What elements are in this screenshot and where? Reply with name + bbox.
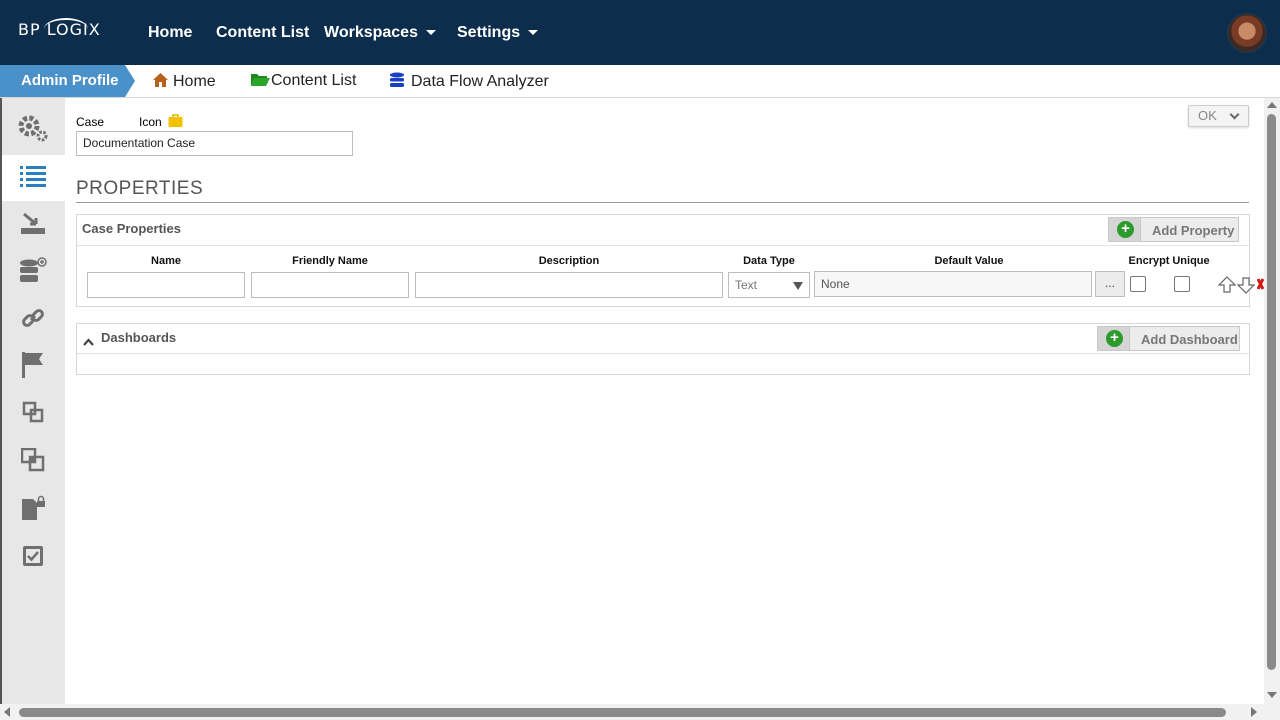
default-value-browse-button[interactable]: ... — [1095, 271, 1125, 297]
logo-arc — [44, 18, 88, 40]
add-property-label: Add Property — [1152, 223, 1235, 238]
dashboards-panel — [76, 323, 1250, 375]
case-name-input[interactable]: Documentation Case — [76, 131, 353, 156]
scroll-left-icon[interactable] — [4, 707, 10, 717]
nav-settings[interactable]: Settings — [457, 24, 539, 42]
database-icon — [389, 72, 405, 93]
sidebar-item-properties[interactable] — [0, 155, 65, 201]
sidebar-item-data-sources[interactable] — [0, 250, 65, 296]
horizontal-scroll-thumb[interactable] — [19, 708, 1226, 717]
column-header-name: Name — [151, 255, 181, 267]
column-header-default-value: Default Value — [934, 255, 1004, 267]
breadcrumb: Admin Profile Home Content List Data Flo… — [0, 65, 1280, 98]
add-dashboard-button[interactable]: + Add Dashboard — [1097, 326, 1240, 351]
nav-workspaces[interactable]: Workspaces — [324, 24, 436, 42]
title-divider — [76, 202, 1249, 203]
add-property-button[interactable]: + Add Property — [1108, 217, 1239, 242]
scroll-up-icon[interactable] — [1267, 102, 1277, 108]
nav-home[interactable]: Home — [148, 24, 192, 42]
add-dashboard-label: Add Dashboard — [1141, 332, 1238, 347]
gears-icon — [16, 114, 50, 149]
add-icon-box: + — [1098, 327, 1130, 350]
dashboards-title: Dashboards — [101, 330, 177, 345]
breadcrumb-admin-profile[interactable]: Admin Profile — [0, 65, 125, 97]
link-icon — [21, 306, 45, 335]
ok-button[interactable]: OK — [1188, 105, 1249, 127]
breadcrumb-arrow — [125, 65, 135, 97]
data-type-value: Text — [735, 278, 758, 292]
breadcrumb-home-label: Home — [173, 73, 216, 90]
breadcrumb-data-flow-analyzer-label: Data Flow Analyzer — [411, 73, 549, 90]
sidebar-item-import[interactable] — [0, 203, 65, 249]
plus-circle-icon: + — [1106, 330, 1123, 347]
sidebar-item-copy[interactable] — [0, 439, 65, 485]
case-properties-title: Case Properties — [82, 221, 181, 236]
nav-workspaces-label: Workspaces — [324, 24, 418, 41]
encrypt-checkbox[interactable] — [1130, 276, 1146, 292]
column-header-friendly-name: Friendly Name — [292, 255, 368, 267]
horizontal-scrollbar[interactable] — [0, 704, 1280, 720]
collapse-dashboards-toggle[interactable] — [83, 333, 94, 351]
user-avatar[interactable] — [1227, 13, 1267, 53]
breadcrumb-home[interactable]: Home — [152, 72, 216, 93]
chevron-down-icon — [1229, 109, 1240, 120]
breadcrumb-content-list[interactable]: Content List — [250, 72, 356, 92]
default-value-field[interactable]: None — [814, 271, 1092, 297]
sidebar-item-related[interactable] — [0, 391, 65, 437]
document-lock-icon — [20, 495, 46, 526]
vertical-scrollbar[interactable] — [1264, 98, 1280, 704]
case-label: Case — [76, 115, 105, 129]
arrow-down-icon — [1236, 277, 1256, 298]
dashboards-header — [77, 324, 1249, 354]
property-friendly-name-input[interactable] — [251, 272, 409, 298]
sidebar-item-settings[interactable] — [0, 108, 65, 154]
breadcrumb-content-list-label: Content List — [271, 72, 357, 89]
column-header-data-type: Data Type — [743, 255, 795, 267]
sidebar-item-links[interactable] — [0, 297, 65, 343]
delete-row-button[interactable] — [1256, 277, 1265, 296]
chevron-up-icon — [83, 333, 94, 350]
nav-content-list[interactable]: Content List — [216, 24, 309, 42]
list-icon — [19, 165, 46, 192]
database-add-icon — [19, 256, 47, 290]
arrow-up-icon — [1217, 276, 1237, 298]
column-header-description: Description — [538, 255, 600, 267]
house-icon — [152, 72, 169, 93]
delete-icon — [1256, 278, 1265, 295]
ok-button-label: OK — [1198, 108, 1217, 123]
column-header-encrypt: Encrypt — [1128, 255, 1170, 267]
sidebar-item-validation[interactable] — [0, 535, 65, 581]
chevron-down-icon — [425, 30, 436, 36]
page-title: PROPERTIES — [76, 178, 204, 199]
window-left-edge — [0, 98, 2, 720]
scroll-right-icon[interactable] — [1251, 707, 1257, 717]
import-icon — [20, 212, 46, 241]
case-properties-header — [77, 215, 1249, 246]
unique-checkbox[interactable] — [1174, 276, 1190, 292]
copy-icon — [22, 401, 44, 428]
property-name-input[interactable] — [87, 272, 245, 298]
chevron-down-icon — [528, 30, 539, 36]
move-down-button[interactable] — [1236, 276, 1256, 299]
folder-icon — [250, 72, 270, 92]
plus-circle-icon: + — [1117, 221, 1134, 238]
nav-settings-label: Settings — [457, 24, 521, 41]
vertical-scroll-thumb[interactable] — [1267, 114, 1276, 670]
data-type-select[interactable]: Text — [728, 272, 810, 298]
sidebar-item-milestones[interactable] — [0, 344, 65, 390]
left-sidebar — [0, 98, 65, 720]
column-header-unique: Unique — [1172, 255, 1210, 267]
copy-alt-icon — [20, 447, 45, 477]
breadcrumb-data-flow-analyzer[interactable]: Data Flow Analyzer — [389, 72, 549, 93]
flag-icon — [21, 351, 45, 384]
property-description-input[interactable] — [415, 272, 723, 298]
dropdown-arrow-icon — [793, 282, 803, 290]
add-icon-box: + — [1109, 218, 1141, 241]
scroll-down-icon[interactable] — [1267, 692, 1277, 698]
move-up-button[interactable] — [1217, 276, 1237, 299]
top-navbar: BP LOGIX Home Content List Workspaces Se… — [0, 0, 1280, 65]
icon-label: Icon — [139, 115, 162, 129]
checkbox-icon — [22, 545, 44, 572]
sidebar-item-permissions[interactable] — [0, 487, 65, 533]
